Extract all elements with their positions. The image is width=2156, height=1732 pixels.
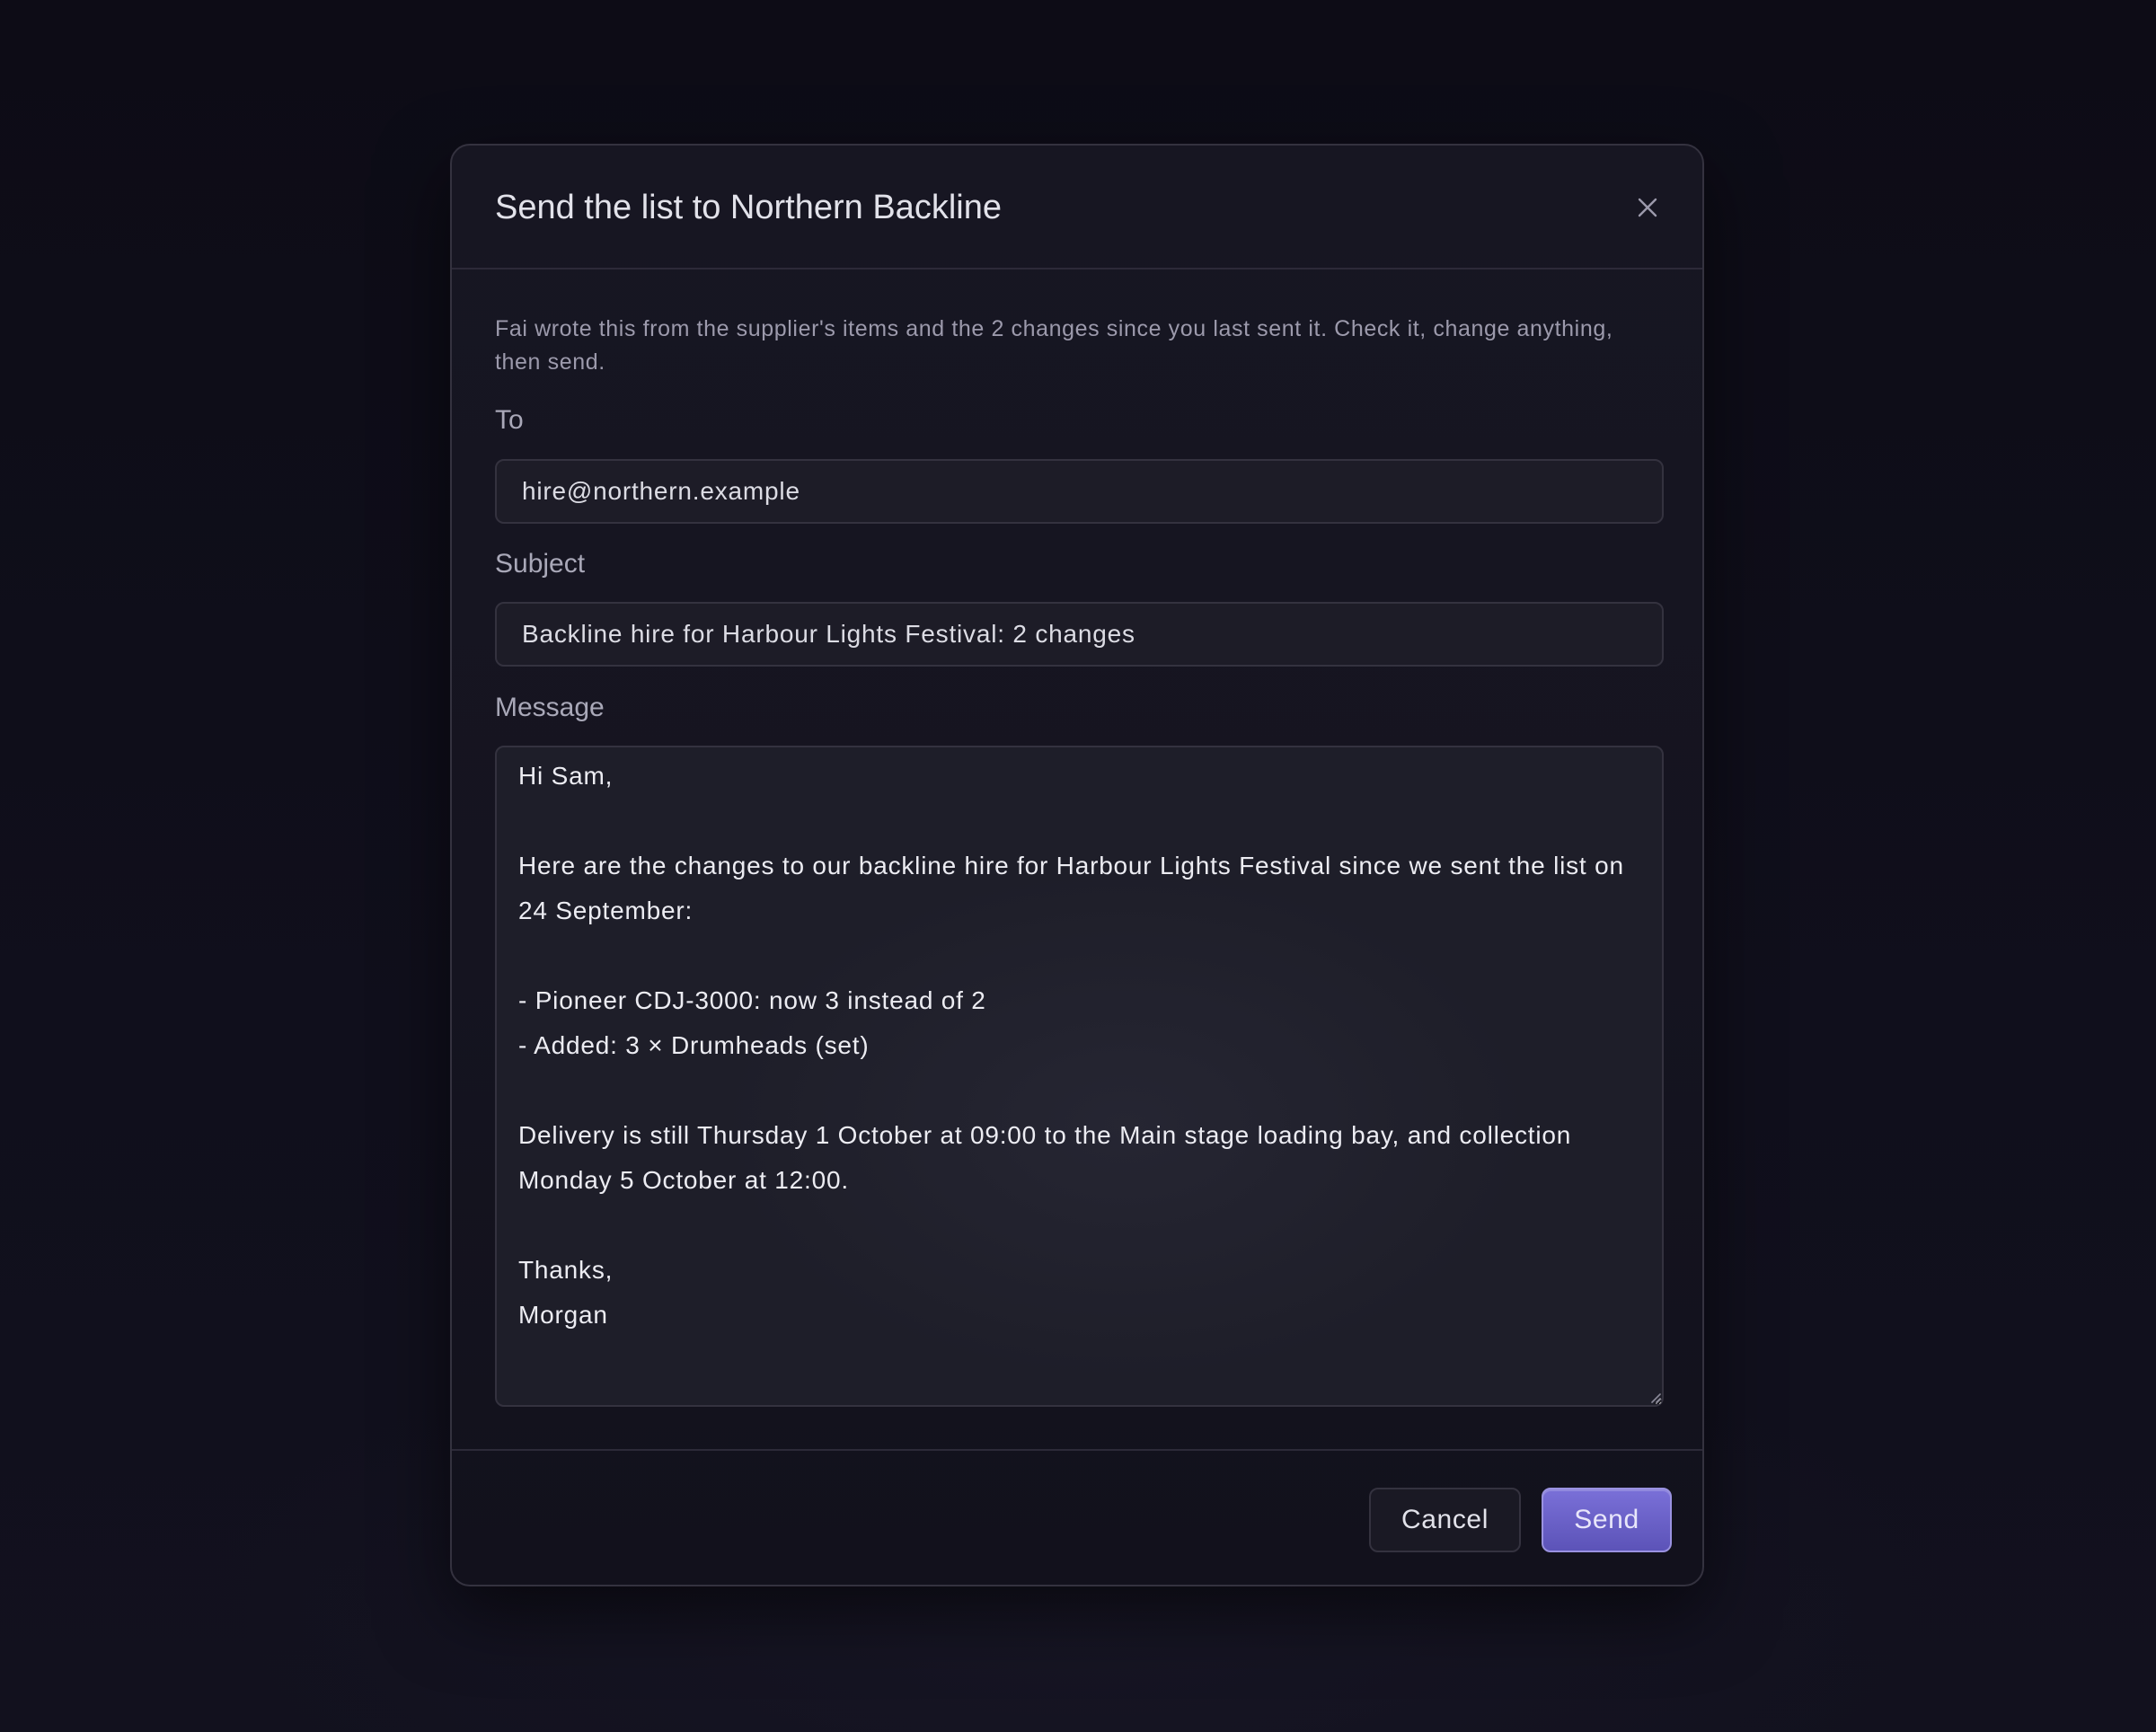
to-field[interactable] bbox=[495, 459, 1664, 524]
footer-divider bbox=[452, 1449, 1702, 1451]
subject-label: Subject bbox=[495, 549, 586, 579]
resize-grip-icon[interactable] bbox=[1650, 1392, 1661, 1403]
message-textarea[interactable]: Hi Sam, Here are the changes to our back… bbox=[495, 746, 1664, 1407]
dialog-title: Send the list to Northern Backline bbox=[495, 189, 1002, 226]
send-list-dialog: Send the list to Northern Backline Fai w… bbox=[450, 144, 1704, 1586]
cancel-button[interactable]: Cancel bbox=[1369, 1488, 1521, 1552]
message-label: Message bbox=[495, 693, 605, 722]
close-icon bbox=[1638, 198, 1657, 217]
dialog-intro-text: Fai wrote this from the supplier's items… bbox=[495, 316, 1613, 375]
to-label: To bbox=[495, 405, 524, 435]
send-button[interactable]: Send bbox=[1542, 1488, 1672, 1552]
subject-field[interactable] bbox=[495, 602, 1664, 667]
close-button[interactable] bbox=[1623, 183, 1672, 232]
dialog-header: Send the list to Northern Backline bbox=[452, 146, 1702, 270]
